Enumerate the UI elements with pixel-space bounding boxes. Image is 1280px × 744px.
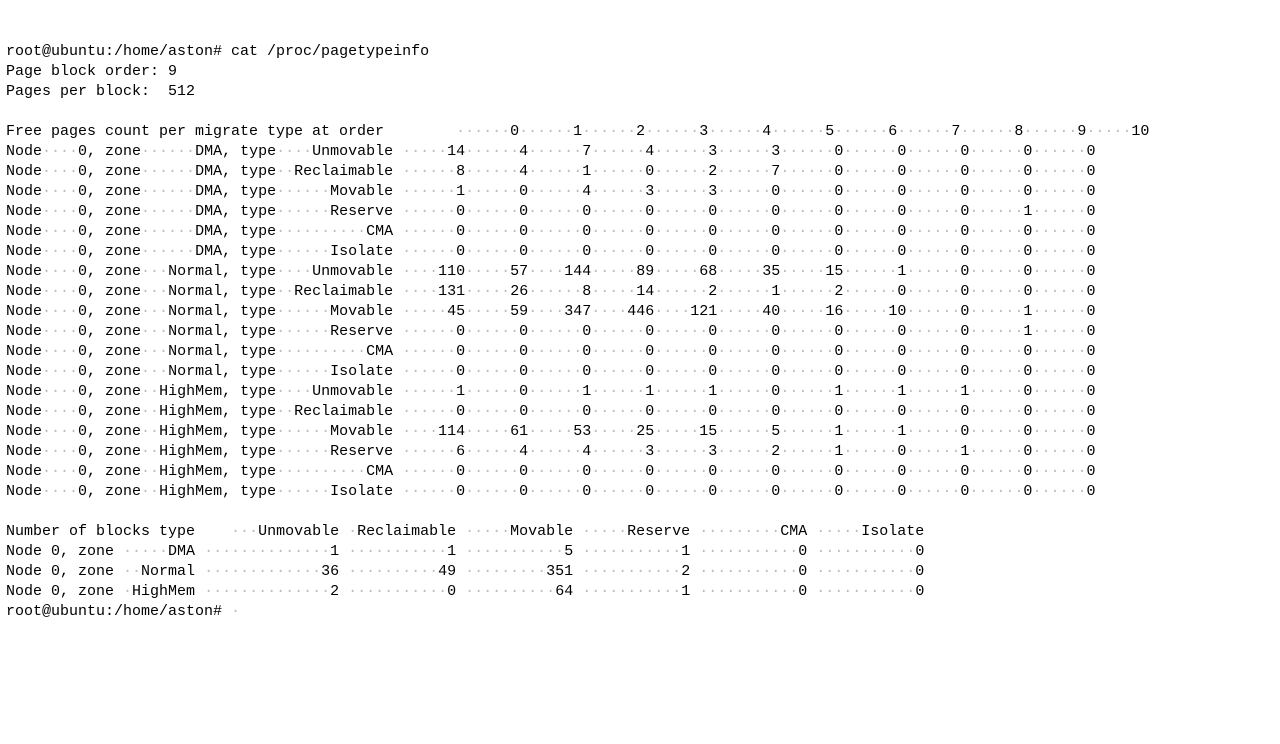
blocks-rows: Node 0, zone ·····DMA ··············1 ··… [6,543,933,600]
free-pages-header: Free pages count per migrate type at ord… [6,123,1149,140]
line-page-block-order: Page block order: 9 [6,63,177,80]
prompt: root@ubuntu:/home/aston# [6,43,231,60]
line-pages-per-block: Pages per block: 512 [6,83,195,100]
prompt-2[interactable]: root@ubuntu:/home/aston# · [6,603,240,620]
free-pages-rows: Node····0, zone······DMA, type····Unmova… [6,143,1095,500]
blocks-header: Number of blocks type ···Unmovable ·Recl… [6,523,933,540]
terminal-window: root@ubuntu:/home/aston# cat /proc/paget… [0,40,1280,624]
command: cat /proc/pagetypeinfo [231,43,429,60]
